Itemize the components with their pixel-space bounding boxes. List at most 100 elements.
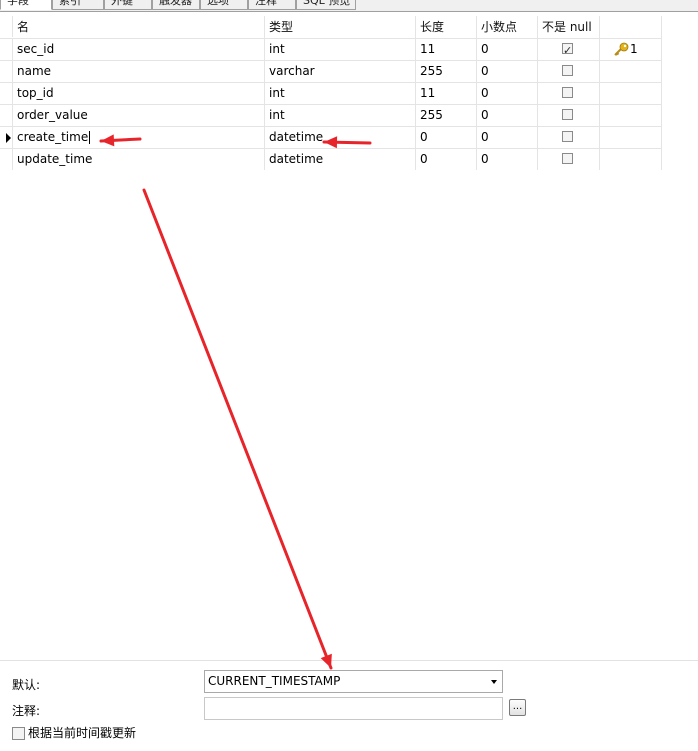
cell-name[interactable]: order_value (13, 105, 265, 126)
cell-decimals[interactable]: 0 (477, 83, 538, 104)
cell-name-text: name (17, 64, 52, 78)
cell-length[interactable]: 255 (416, 61, 477, 82)
column-header[interactable]: 不是 null (538, 16, 600, 38)
default-value-text: CURRENT_TIMESTAMP (208, 674, 341, 688)
row-indicator[interactable] (0, 39, 13, 60)
update-on-timestamp-checkbox[interactable] (12, 727, 25, 740)
column-header[interactable]: 类型 (265, 16, 416, 38)
cell-length[interactable]: 255 (416, 105, 477, 126)
cell-length-text: 0 (420, 130, 428, 144)
cell-decimals-text: 0 (481, 130, 489, 144)
cell-type[interactable]: int (265, 39, 416, 60)
dropdown-arrow-icon[interactable] (491, 680, 497, 684)
grid-header: 名类型 长度 小数点 不是 null (0, 16, 662, 38)
ellipsis-button[interactable]: ... (509, 699, 526, 716)
cell-type-text: datetime (269, 130, 324, 144)
cell-name[interactable]: top_id (13, 83, 265, 104)
tab-6[interactable]: SQL 预览 (296, 0, 356, 10)
cell-key (600, 149, 662, 170)
table-row[interactable]: name varchar 255 0 (0, 60, 662, 82)
cell-length-text: 255 (420, 108, 443, 122)
key-order-text: 1 (630, 42, 638, 56)
tab-4[interactable]: 选项 (200, 0, 248, 10)
cell-type[interactable]: int (265, 105, 416, 126)
row-indicator[interactable] (0, 83, 13, 104)
cell-length-text: 255 (420, 64, 443, 78)
cell-decimals-text: 0 (481, 152, 489, 166)
cell-decimals-text: 0 (481, 42, 489, 56)
cell-length[interactable]: 0 (416, 127, 477, 148)
cell-not-null (538, 39, 600, 60)
tab-5[interactable]: 注释 (248, 0, 296, 10)
cell-decimals[interactable]: 0 (477, 105, 538, 126)
cell-key (600, 61, 662, 82)
cell-name[interactable]: sec_id (13, 39, 265, 60)
cell-name[interactable]: update_time (13, 149, 265, 170)
tab-0[interactable]: 字段 (0, 0, 52, 10)
default-value-select[interactable]: CURRENT_TIMESTAMP (204, 670, 503, 693)
tab-1[interactable]: 索引 (52, 0, 104, 10)
column-header[interactable]: 长度 (416, 16, 477, 38)
cell-type-text: varchar (269, 64, 315, 78)
cell-type[interactable]: datetime (265, 149, 416, 170)
cell-not-null (538, 105, 600, 126)
cell-decimals[interactable]: 0 (477, 61, 538, 82)
cell-name-text: order_value (17, 108, 88, 122)
cell-type-text: datetime (269, 152, 324, 166)
tab-2[interactable]: 外键 (104, 0, 152, 10)
cell-name-text: top_id (17, 86, 54, 100)
cell-name[interactable]: name (13, 61, 265, 82)
row-indicator[interactable] (0, 105, 13, 126)
cell-type[interactable]: datetime (265, 127, 416, 148)
cell-key (600, 83, 662, 104)
key-column-header (600, 16, 662, 38)
cell-decimals[interactable]: 0 (477, 149, 538, 170)
column-header[interactable]: 名 (13, 16, 265, 38)
properties-divider (0, 660, 698, 661)
cell-length-text: 11 (420, 42, 436, 56)
row-indicator[interactable] (0, 61, 13, 82)
table-row[interactable]: update_time datetime 0 0 (0, 148, 662, 170)
cell-type[interactable]: int (265, 83, 416, 104)
cell-name-text: update_time (17, 152, 93, 166)
tab-strip: 字段 索引 外键 触发器 选项 注释 SQL 预览 (0, 0, 698, 12)
cell-type-text: int (269, 108, 285, 122)
cell-length-text: 0 (420, 152, 428, 166)
cell-type[interactable]: varchar (265, 61, 416, 82)
row-indicator-header (0, 16, 13, 37)
not-null-checkbox[interactable] (562, 40, 573, 60)
cell-decimals-text: 0 (481, 86, 489, 100)
cell-decimals[interactable]: 0 (477, 39, 538, 60)
cell-not-null (538, 61, 600, 82)
cell-key (600, 105, 662, 126)
not-null-checkbox[interactable] (562, 87, 573, 98)
cell-length[interactable]: 0 (416, 149, 477, 170)
not-null-checkbox[interactable] (562, 109, 573, 120)
not-null-checkbox[interactable] (562, 131, 573, 142)
cell-type-text: int (269, 86, 285, 100)
cell-not-null (538, 83, 600, 104)
cell-key (600, 127, 662, 148)
cell-not-null (538, 127, 600, 148)
comment-label: 注释: (12, 704, 41, 718)
cell-name-text: create_time (17, 130, 89, 144)
cell-decimals[interactable]: 0 (477, 127, 538, 148)
update-on-timestamp-label: 根据当前时间戳更新 (28, 726, 137, 740)
not-null-checkbox[interactable] (562, 65, 573, 76)
row-indicator[interactable] (0, 127, 13, 148)
table-row[interactable]: create_time datetime 0 0 (0, 126, 662, 148)
column-header[interactable]: 小数点 (477, 16, 538, 38)
table-row[interactable]: order_value int 255 0 (0, 104, 662, 126)
row-indicator[interactable] (0, 149, 13, 170)
default-label: 默认: (12, 678, 41, 692)
cell-length-text: 11 (420, 86, 436, 100)
table-row[interactable]: top_id int 11 0 (0, 82, 662, 104)
tab-3[interactable]: 触发器 (152, 0, 200, 10)
cell-name[interactable]: create_time (13, 127, 265, 148)
not-null-checkbox[interactable] (562, 153, 573, 164)
cell-length[interactable]: 11 (416, 83, 477, 104)
cell-name-text: sec_id (17, 42, 55, 56)
table-row[interactable]: sec_id int 11 0 1 (0, 38, 662, 60)
cell-length[interactable]: 11 (416, 39, 477, 60)
comment-input[interactable] (204, 697, 503, 720)
